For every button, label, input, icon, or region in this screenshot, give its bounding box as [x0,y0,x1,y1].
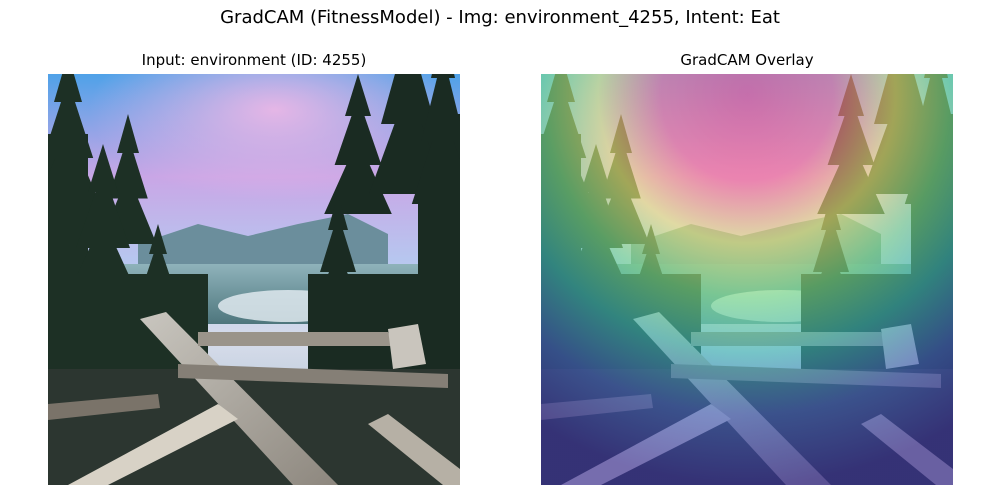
overlay-panel-title: GradCAM Overlay [680,51,814,69]
gradcam-overlay-canvas [541,74,953,485]
figure-title: GradCAM (FitnessModel) - Img: environmen… [220,7,780,28]
input-image [48,74,460,485]
gradcam-heatmap [541,74,953,485]
input-image-canvas [48,74,460,485]
input-panel-title: Input: environment (ID: 4255) [141,51,367,69]
gradcam-overlay-image [541,74,953,485]
